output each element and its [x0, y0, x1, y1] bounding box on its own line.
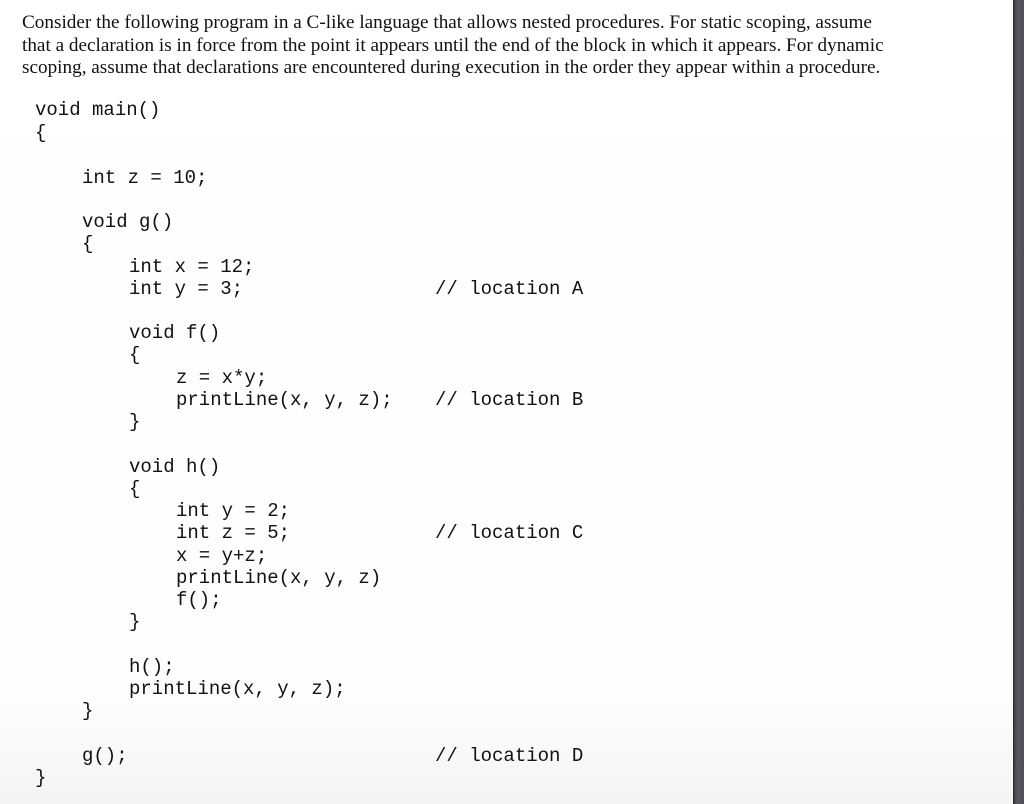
- code-line: int x = 12;: [129, 256, 255, 278]
- window-edge-scrollbar: [1013, 0, 1024, 804]
- question-intro: Consider the following program in a C-li…: [22, 12, 922, 80]
- code-line: g();: [82, 745, 128, 767]
- code-line: printLine(x, y, z);: [129, 678, 346, 700]
- code-line: f();: [176, 589, 222, 611]
- intro-line: Consider the following program in a C-li…: [22, 12, 872, 33]
- document-page: Consider the following program in a C-li…: [0, 0, 1013, 804]
- comment-location-d: // location D: [435, 745, 584, 767]
- code-line: x = y+z;: [176, 545, 268, 567]
- code-line: void h(): [129, 456, 221, 478]
- code-line: {: [129, 344, 141, 366]
- code-line: int z = 10;: [82, 167, 208, 189]
- code-line: h();: [129, 656, 175, 678]
- code-line: void f(): [129, 322, 221, 344]
- code-line: }: [82, 700, 94, 722]
- comment-location-c: // location C: [435, 522, 584, 544]
- code-line: void main(): [35, 99, 161, 121]
- code-line: }: [129, 611, 141, 633]
- code-line: {: [82, 233, 94, 255]
- intro-line: scoping, assume that declarations are en…: [22, 57, 881, 79]
- code-line: }: [35, 767, 47, 789]
- code-line: void g(): [82, 211, 174, 233]
- code-line: int y = 2;: [176, 500, 291, 522]
- code-line: printLine(x, y, z): [176, 567, 382, 589]
- code-line: printLine(x, y, z);: [176, 389, 393, 411]
- code-line: int z = 5;: [176, 522, 291, 544]
- code-line: {: [35, 122, 47, 144]
- comment-location-b: // location B: [435, 389, 584, 411]
- code-line: {: [129, 478, 141, 500]
- intro-line: that a declaration is in force from the …: [22, 34, 884, 56]
- code-line: int y = 3;: [129, 278, 244, 300]
- comment-location-a: // location A: [435, 278, 584, 300]
- code-line: z = x*y;: [176, 367, 268, 389]
- code-line: }: [129, 411, 141, 433]
